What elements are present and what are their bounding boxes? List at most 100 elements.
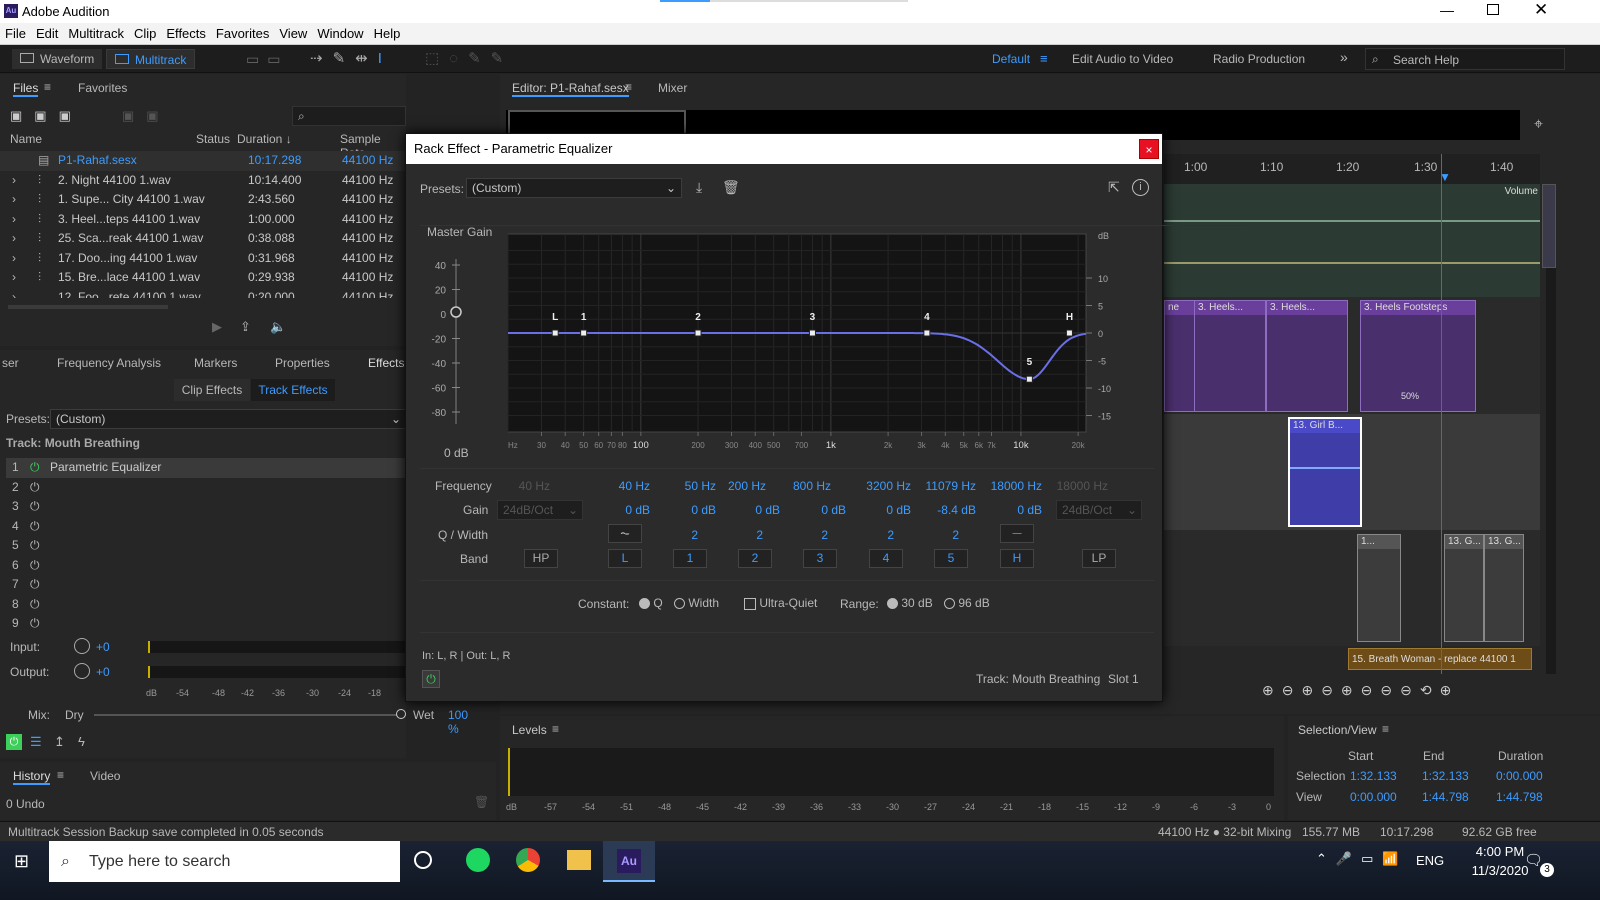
system-tray-icons[interactable]: ⌃🎤▭📶 (1316, 851, 1408, 867)
effect-power-icon[interactable]: ⏻ (422, 670, 440, 688)
expand-icon[interactable]: › (12, 288, 16, 298)
l-gain[interactable]: 0 dB (598, 503, 650, 517)
timeline-ruler[interactable]: 1:00 1:10 1:20 1:30 1:40 ▼ (1164, 154, 1540, 184)
tab-frequency-analysis[interactable]: Frequency Analysis (57, 356, 161, 370)
volume-icon[interactable]: 🔈 (270, 319, 286, 335)
effect-slot[interactable]: 2 ⏻ (6, 478, 406, 498)
rack-power-icon[interactable]: ⏻ (6, 734, 22, 750)
file-row[interactable]: › 12. Foo...rete 44100 1.wav 0:20.000 44100… (0, 288, 406, 298)
audio-clip[interactable]: 3. Heels... (1266, 300, 1348, 412)
menu-multitrack[interactable]: Multitrack (63, 23, 129, 41)
effect-slot[interactable]: 6 ⏻ (6, 556, 406, 576)
effect-slot[interactable]: 9 ⏻ (6, 614, 406, 634)
hp-frequency[interactable]: 40 Hz (498, 479, 550, 493)
power-icon[interactable]: ⏻ (30, 517, 40, 537)
band-1-toggle[interactable]: 1 (673, 549, 707, 568)
input-knob[interactable] (74, 638, 90, 654)
file-row[interactable]: › ⫶ 3. Heel...teps 44100 1.wav 1:00.000 4410… (0, 210, 406, 230)
menu-window[interactable]: Window (312, 23, 368, 41)
view-start[interactable]: 0:00.000 (1350, 790, 1397, 804)
master-gain-thumb[interactable] (450, 306, 462, 318)
band5-gain[interactable]: -8.4 dB (924, 503, 976, 517)
menu-clip[interactable]: Clip (129, 23, 161, 41)
selection-duration[interactable]: 0:00.000 (1496, 769, 1543, 783)
master-gain-value[interactable]: 0 dB (444, 446, 469, 460)
mix-slider-thumb[interactable] (396, 709, 406, 719)
master-gain-slider[interactable]: 40 20 0 -20 -40 -60 -80 (426, 244, 486, 434)
effect-slot[interactable]: 5 ⏻ (6, 536, 406, 556)
selection-end[interactable]: 1:32.133 (1422, 769, 1469, 783)
effect-slot[interactable]: 4 ⏻ (6, 517, 406, 537)
workspace-radio[interactable]: Radio Production (1205, 49, 1313, 69)
output-value[interactable]: +0 (96, 665, 110, 679)
lp-slope-dropdown[interactable]: 24dB/Oct ⌄ (1056, 500, 1142, 520)
band3-q[interactable]: 2 (806, 528, 828, 542)
col-duration[interactable]: Duration ↓ (237, 132, 292, 146)
band5-frequency[interactable]: 11079 Hz (914, 479, 976, 493)
output-knob[interactable] (74, 663, 90, 679)
levels-menu-icon[interactable]: ≡ (552, 722, 559, 736)
band-lp-toggle[interactable]: LP (1082, 549, 1116, 568)
band-3-toggle[interactable]: 3 (803, 549, 837, 568)
workspace-edit-audio[interactable]: Edit Audio to Video (1064, 49, 1181, 69)
cortana-icon[interactable] (414, 851, 432, 869)
power-icon[interactable]: ⏻ (30, 595, 40, 615)
clip-effects-tab[interactable]: Clip Effects (174, 379, 250, 401)
menu-view[interactable]: View (274, 23, 312, 41)
band1-q[interactable]: 2 (676, 528, 698, 542)
menu-edit[interactable]: Edit (31, 23, 63, 41)
selection-tools[interactable]: ⬚◌✎✎ (425, 49, 513, 67)
range-30-radio[interactable]: 30 dB (887, 596, 933, 610)
spotify-icon[interactable] (466, 848, 490, 872)
expand-icon[interactable]: › (12, 268, 16, 288)
file-explorer-icon[interactable] (567, 850, 591, 870)
effect-slot-1[interactable]: 1 ⏻ Parametric Equalizer (6, 458, 406, 478)
expand-icon[interactable]: › (12, 249, 16, 269)
input-value[interactable]: +0 (96, 640, 110, 654)
band2-gain[interactable]: 0 dB (728, 503, 780, 517)
clip-envelope[interactable] (1290, 467, 1360, 469)
power-icon[interactable]: ⏻ (30, 614, 40, 634)
band-5-toggle[interactable]: 5 (934, 549, 968, 568)
dialog-close-button[interactable]: × (1139, 139, 1159, 159)
file-row[interactable]: ▤ P1-Rahaf.sesx 10:17.298 44100 Hz (0, 151, 406, 171)
multitrack-button[interactable]: Multitrack (106, 49, 196, 69)
effect-slot[interactable]: 8 ⏻ (6, 595, 406, 615)
close-icon[interactable]: ✕ (1534, 0, 1548, 20)
low-shelf-shape-icon[interactable]: ⏦ (608, 524, 642, 543)
restore-icon[interactable] (1487, 4, 1499, 15)
tab-video[interactable]: Video (90, 769, 120, 783)
mix-slider-track[interactable] (94, 714, 400, 716)
audio-clip[interactable]: 1... (1357, 534, 1401, 642)
band-l-toggle[interactable]: L (608, 549, 642, 568)
col-name[interactable]: Name (10, 132, 42, 146)
file-row[interactable]: › ⫶ 25. Sca...reak 44100 1.wav 0:38.088 4410… (0, 229, 406, 249)
effect-slot[interactable]: 3 ⏻ (6, 497, 406, 517)
h-frequency[interactable]: 18000 Hz (978, 479, 1042, 493)
mix-value[interactable]: 100 % (448, 708, 468, 736)
audio-clip[interactable]: 13. G... (1484, 534, 1524, 642)
power-icon[interactable]: ⏻ (30, 458, 40, 478)
band4-frequency[interactable]: 3200 Hz (851, 479, 911, 493)
menu-favorites[interactable]: Favorites (211, 23, 274, 41)
band-h-toggle[interactable]: H (1000, 549, 1034, 568)
power-icon[interactable]: ⏻ (30, 556, 40, 576)
files-search-input[interactable]: ⌕ (292, 106, 406, 126)
taskbar-search[interactable]: ⌕ Type here to search (49, 841, 400, 882)
presets-dropdown[interactable]: (Custom) ⌄ (50, 409, 406, 429)
volume-envelope[interactable] (1164, 220, 1540, 222)
power-icon[interactable]: ⏻ (30, 497, 40, 517)
route-icon[interactable]: ⇱ (1108, 179, 1120, 196)
col-status[interactable]: Status (196, 132, 230, 146)
more-workspaces-icon[interactable]: » (1340, 49, 1348, 65)
expand-icon[interactable]: › (12, 229, 16, 249)
band-2-toggle[interactable]: 2 (738, 549, 772, 568)
selected-audio-clip[interactable]: 13. Girl B... (1288, 417, 1362, 527)
workspace-menu-icon[interactable]: ≡ (1040, 51, 1048, 66)
expand-icon[interactable]: › (12, 210, 16, 230)
file-actions[interactable]: ▣▣▣ (10, 108, 83, 124)
edit-tools[interactable]: ⇢✎⇹I (310, 49, 392, 67)
track-effects-tab[interactable]: Track Effects (251, 379, 335, 401)
band1-frequency[interactable]: 50 Hz (664, 479, 716, 493)
hp-slope-dropdown[interactable]: 24dB/Oct ⌄ (497, 500, 583, 520)
